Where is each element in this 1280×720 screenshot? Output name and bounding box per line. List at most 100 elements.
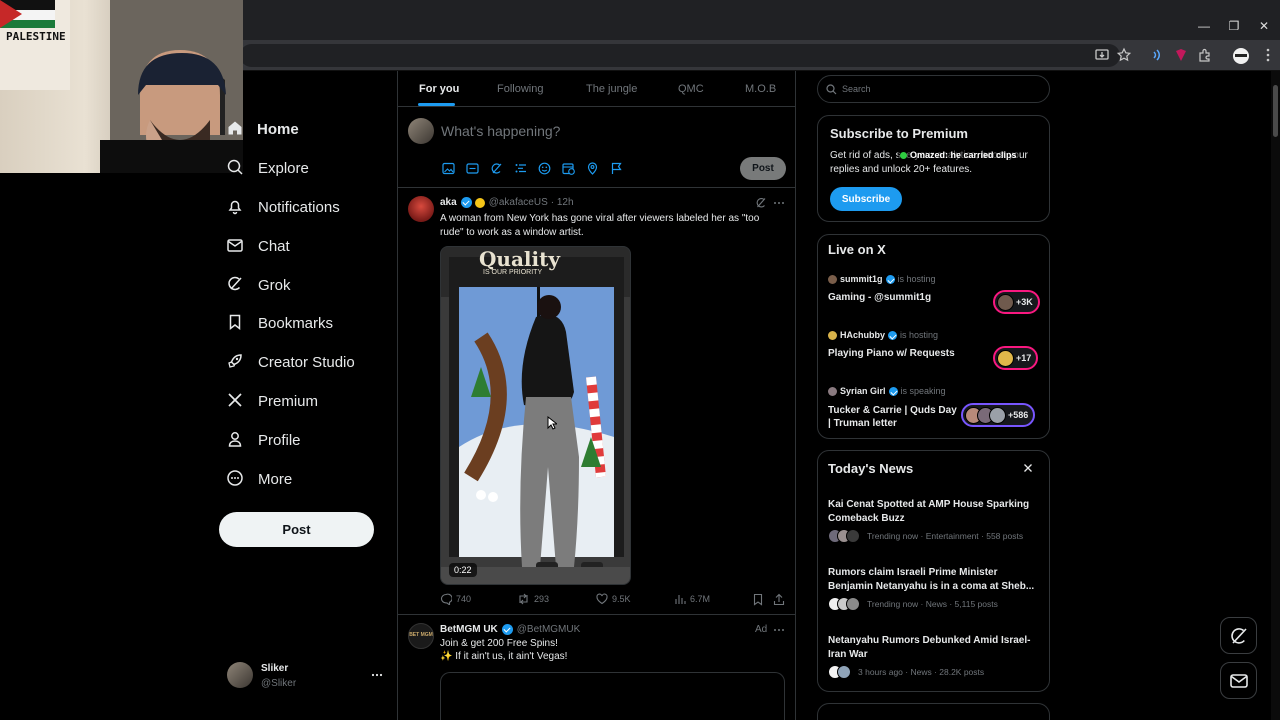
extension-shield-icon[interactable] xyxy=(1173,47,1191,65)
views-action[interactable]: 6.7M xyxy=(674,593,710,605)
live-listeners-pill[interactable]: +3K xyxy=(993,290,1040,314)
install-icon[interactable] xyxy=(1094,47,1112,65)
live-count: +586 xyxy=(1008,410,1029,420)
nav-more-label: More xyxy=(258,470,293,488)
nav-creator-studio-label: Creator Studio xyxy=(258,353,355,371)
grok-float-button[interactable] xyxy=(1220,617,1257,654)
poster-text: PALESTINE xyxy=(6,30,66,43)
poll-icon[interactable] xyxy=(514,162,528,176)
minimize-icon[interactable]: — xyxy=(1194,16,1214,36)
nav-premium[interactable]: Premium xyxy=(226,389,318,413)
nav-chat[interactable]: Chat xyxy=(226,234,290,258)
live-stream-title[interactable]: Gaming - @summit1g xyxy=(828,291,958,304)
ad-handle[interactable]: @BetMGMUK xyxy=(517,624,581,635)
nav-premium-label: Premium xyxy=(258,392,319,410)
tweet-more-icon[interactable] xyxy=(773,198,785,208)
nav-creator-studio[interactable]: Creator Studio xyxy=(226,350,355,374)
live-stream-title[interactable]: Playing Piano w/ Requests xyxy=(828,347,958,360)
news-avatars xyxy=(828,529,860,543)
schedule-icon[interactable] xyxy=(562,162,576,176)
tab-for-you[interactable]: For you xyxy=(419,83,459,95)
composer-post-button[interactable]: Post xyxy=(740,157,786,180)
verified-badge-icon xyxy=(460,197,472,208)
close-icon[interactable] xyxy=(1022,462,1034,474)
chat-overlay-text: Omazed: he carried clips xyxy=(910,150,1017,160)
scrollbar-thumb[interactable] xyxy=(1273,85,1278,137)
account-handle: @Sliker xyxy=(261,678,297,689)
bookmark-star-icon[interactable] xyxy=(1116,47,1134,65)
live-host-name: Syrian Girl xyxy=(840,386,886,396)
news-item-title[interactable]: Rumors claim Israeli Prime Minister Benj… xyxy=(828,566,1040,593)
news-meta-text: 3 hours ago · News · 28.2K posts xyxy=(858,667,985,677)
extensions-puzzle-icon[interactable] xyxy=(1197,47,1215,65)
media-icon[interactable] xyxy=(442,162,456,176)
avatar xyxy=(828,330,837,340)
repost-count: 293 xyxy=(534,594,550,604)
live-host-3[interactable]: Syrian Girl is speaking xyxy=(828,386,946,396)
grok-compose-icon[interactable] xyxy=(490,162,504,176)
news-item-title[interactable]: Netanyahu Rumors Debunked Amid Israel-Ir… xyxy=(828,634,1040,661)
composer-input[interactable]: What's happening? xyxy=(441,123,560,139)
profile-avatar-icon[interactable] xyxy=(1232,47,1250,65)
share-icon[interactable] xyxy=(773,593,785,606)
restore-icon[interactable]: ❐ xyxy=(1224,16,1244,36)
tweet-handle[interactable]: @akafaceUS xyxy=(489,197,548,208)
tab-mob[interactable]: M.O.B xyxy=(745,83,776,95)
gif-icon[interactable] xyxy=(466,162,480,176)
messages-float-button[interactable] xyxy=(1220,662,1257,699)
verified-badge-icon xyxy=(888,386,898,396)
tweet-time[interactable]: · 12h xyxy=(551,197,574,208)
nav-more[interactable]: More xyxy=(226,467,292,491)
nav-home[interactable]: Home xyxy=(226,117,299,141)
account-more-icon[interactable] xyxy=(370,670,384,680)
tweet-video[interactable]: Quality IS OUR PRIORITY 0:22 xyxy=(440,246,631,585)
address-bar[interactable] xyxy=(240,44,1120,67)
live-host-2[interactable]: HAchubby is hosting xyxy=(828,330,938,340)
premium-title: Subscribe to Premium xyxy=(830,126,968,141)
subscribe-button[interactable]: Subscribe xyxy=(830,187,902,211)
news-avatars xyxy=(828,665,851,679)
news-item-meta: 3 hours ago · News · 28.2K posts xyxy=(828,665,984,679)
ad-author[interactable]: BetMGM UK xyxy=(440,624,498,635)
like-count: 9.5K xyxy=(612,594,631,604)
grok-icon xyxy=(1230,627,1247,644)
ad-avatar[interactable]: BET MGM xyxy=(408,623,434,649)
avatar xyxy=(828,386,837,396)
tweet-avatar[interactable] xyxy=(408,196,434,222)
account-avatar[interactable] xyxy=(227,662,253,688)
reply-action[interactable]: 740 xyxy=(440,593,471,605)
tab-qmc[interactable]: QMC xyxy=(678,83,704,95)
ad-more-icon[interactable] xyxy=(773,625,785,635)
webcam-overlay: PALESTINE xyxy=(0,0,243,173)
post-button[interactable]: Post xyxy=(219,512,374,547)
scrollbar[interactable] xyxy=(1271,71,1280,720)
extension-audio-icon[interactable] xyxy=(1149,47,1167,65)
live-stream-title[interactable]: Tucker & Carrie | Quds Day | Truman lett… xyxy=(828,404,958,430)
bookmark-action-icon[interactable] xyxy=(752,593,764,606)
nav-profile[interactable]: Profile xyxy=(226,428,301,452)
nav-explore[interactable]: Explore xyxy=(226,156,309,180)
nav-notifications[interactable]: Notifications xyxy=(226,195,340,219)
next-card xyxy=(817,703,1050,720)
nav-bookmarks[interactable]: Bookmarks xyxy=(226,311,333,335)
live-listeners-pill[interactable]: +17 xyxy=(993,346,1039,370)
live-host-1[interactable]: summit1g is hosting xyxy=(828,274,936,284)
nav-grok[interactable]: Grok xyxy=(226,273,291,297)
repost-action[interactable]: 293 xyxy=(517,593,549,605)
tweet-author[interactable]: aka xyxy=(440,197,457,208)
live-listeners-pill[interactable]: +586 xyxy=(961,403,1036,427)
tab-following[interactable]: Following xyxy=(497,83,543,95)
repost-icon xyxy=(519,593,528,605)
close-window-icon[interactable]: ✕ xyxy=(1254,16,1274,36)
search-placeholder: Search xyxy=(842,84,871,94)
grok-explain-icon[interactable] xyxy=(755,197,767,209)
search-box[interactable]: Search xyxy=(817,75,1050,103)
like-action[interactable]: 9.5K xyxy=(596,593,631,605)
location-icon[interactable] xyxy=(586,162,600,176)
news-item-title[interactable]: Kai Cenat Spotted at AMP House Sparking … xyxy=(828,498,1040,525)
browser-menu-icon[interactable] xyxy=(1260,47,1278,65)
ad-media-card[interactable] xyxy=(440,672,785,720)
tab-the-jungle[interactable]: The jungle xyxy=(586,83,637,95)
emoji-icon[interactable] xyxy=(538,162,552,176)
flag-icon[interactable] xyxy=(610,162,624,176)
